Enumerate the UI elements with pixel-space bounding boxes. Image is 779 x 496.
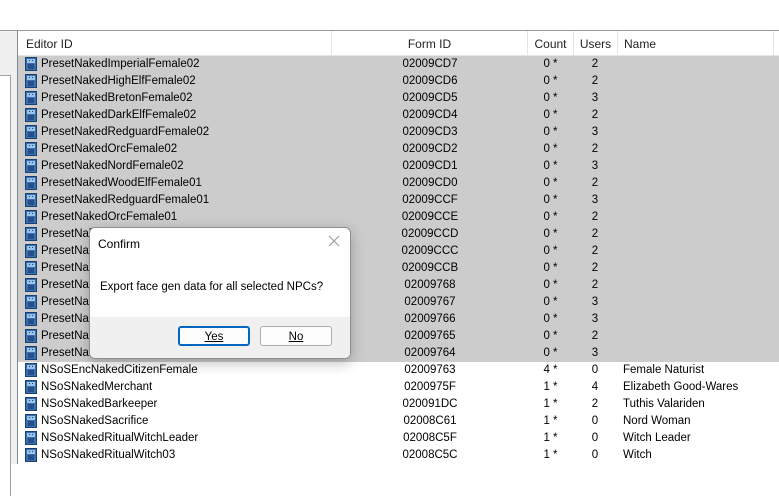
- dialog-message: Export face gen data for all selected NP…: [100, 281, 324, 293]
- dialog-button-bar: Yes No: [90, 317, 350, 358]
- yes-button[interactable]: Yes: [178, 326, 250, 346]
- yes-button-label: Yes: [204, 331, 224, 343]
- dialog-title: Confirm: [98, 237, 141, 251]
- modal-overlay: Confirm Export face gen data for all sel…: [0, 0, 779, 464]
- no-button-label: No: [288, 331, 304, 343]
- close-icon[interactable]: [326, 233, 342, 249]
- confirm-dialog: Confirm Export face gen data for all sel…: [89, 227, 351, 359]
- no-button[interactable]: No: [260, 326, 332, 346]
